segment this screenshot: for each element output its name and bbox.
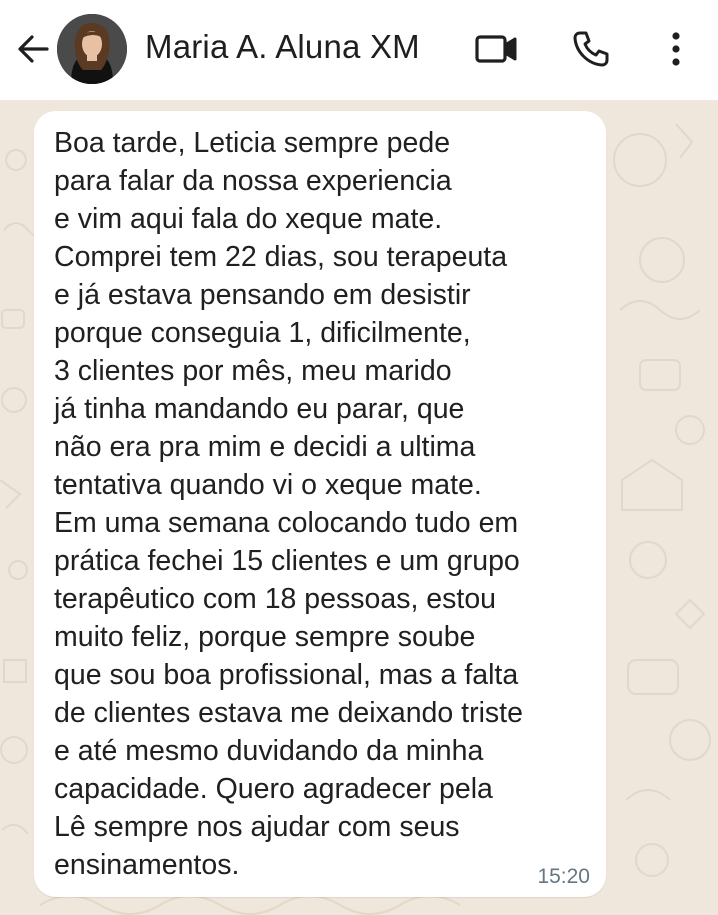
message-bubble[interactable]: Boa tarde, Leticia sempre pede para fala… bbox=[34, 111, 606, 897]
contact-avatar[interactable] bbox=[57, 14, 127, 84]
avatar-photo bbox=[57, 14, 127, 84]
voice-call-button[interactable] bbox=[568, 26, 614, 72]
more-vert-icon bbox=[672, 32, 680, 66]
back-button[interactable] bbox=[14, 30, 52, 68]
phone-call-icon bbox=[573, 31, 609, 67]
chat-area[interactable]: Boa tarde, Leticia sempre pede para fala… bbox=[0, 100, 718, 915]
video-call-button[interactable] bbox=[473, 26, 519, 72]
chat-header: Maria A. Aluna XM bbox=[0, 0, 718, 100]
contact-name[interactable]: Maria A. Aluna XM bbox=[145, 28, 420, 66]
more-options-button[interactable] bbox=[653, 26, 699, 72]
arrow-back-icon bbox=[18, 35, 49, 63]
video-call-icon bbox=[475, 35, 517, 63]
message-text: Boa tarde, Leticia sempre pede para fala… bbox=[54, 127, 523, 881]
message-timestamp: 15:20 bbox=[537, 865, 590, 888]
